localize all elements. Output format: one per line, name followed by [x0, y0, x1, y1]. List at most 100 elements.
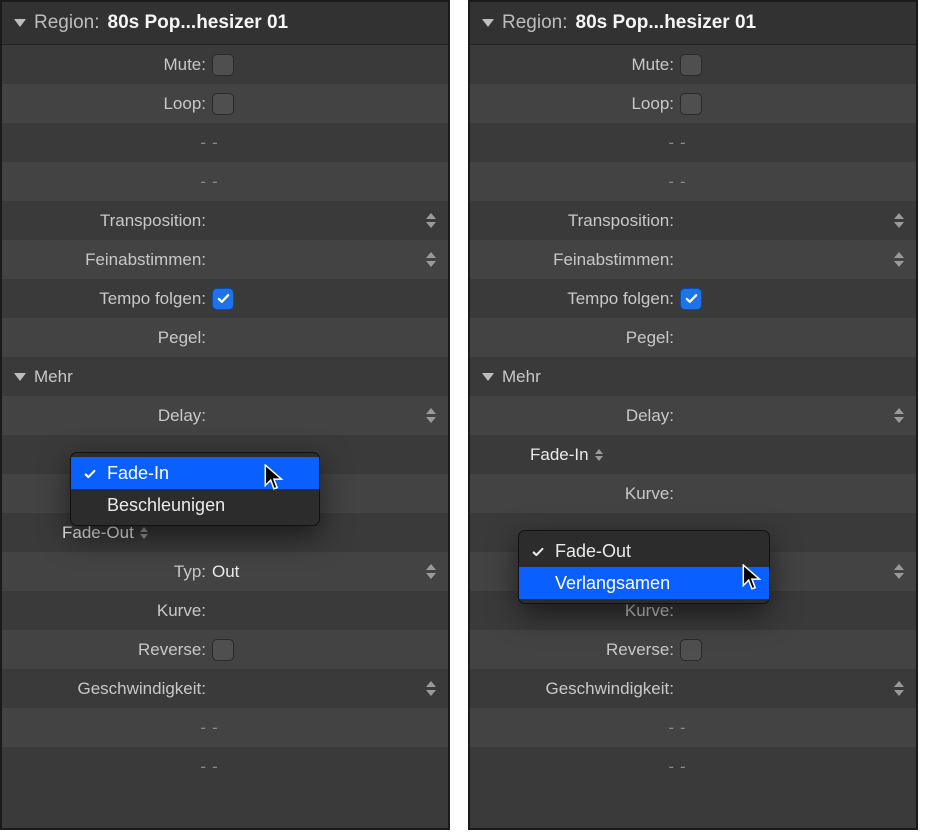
row-feinabstimmen[interactable]: Feinabstimmen: [470, 240, 916, 279]
section-label-mehr: Mehr [502, 367, 541, 387]
row-feinabstimmen[interactable]: Feinabstimmen: [2, 240, 448, 279]
row-geschwindigkeit[interactable]: Geschwindigkeit: [470, 669, 916, 708]
menu-item-fadein[interactable]: Fade-In [71, 457, 319, 489]
row-tempo: Tempo folgen: [2, 279, 448, 318]
checkbox-reverse[interactable] [212, 639, 234, 661]
stepper-icon[interactable] [426, 249, 440, 271]
stepper-icon[interactable] [426, 678, 440, 700]
inspector-panel-left: Region: 80s Pop...hesizer 01 Mute: Loop:… [0, 0, 450, 830]
row-loop: Loop: [2, 84, 448, 123]
row-delay[interactable]: Delay: [2, 396, 448, 435]
label-kurve: Kurve: [2, 601, 212, 621]
row-dash-2: - - [470, 162, 916, 201]
row-dash-1: - - [2, 123, 448, 162]
stepper-icon[interactable] [426, 405, 440, 427]
checkbox-mute[interactable] [680, 54, 702, 76]
rows-container: Mute: Loop: - - - - Transposition: Feina… [470, 45, 916, 786]
menu-item-fadeout[interactable]: Fade-Out [519, 535, 769, 567]
dash-value: - [212, 133, 448, 153]
disclosure-triangle-icon[interactable] [482, 19, 494, 27]
row-transposition[interactable]: Transposition: [470, 201, 916, 240]
checkbox-loop[interactable] [212, 93, 234, 115]
row-reverse: Reverse: [2, 630, 448, 669]
stepper-icon[interactable] [894, 249, 908, 271]
label-transposition: Transposition: [470, 211, 680, 231]
dash-label: - [2, 133, 212, 153]
stepper-icon[interactable] [426, 561, 440, 583]
mini-stepper-icon[interactable] [140, 527, 150, 539]
menu-item-beschleunigen[interactable]: Beschleunigen [71, 489, 319, 521]
label-typ: Typ: [2, 562, 212, 582]
label-mute: Mute: [2, 55, 212, 75]
label-feinabstimmen: Feinabstimmen: [470, 250, 680, 270]
dash-label: - [2, 172, 212, 192]
menu-item-label: Fade-In [107, 463, 169, 483]
stepper-icon[interactable] [426, 210, 440, 232]
label-geschwindigkeit: Geschwindigkeit: [2, 679, 212, 699]
section-mehr[interactable]: Mehr [2, 357, 448, 396]
row-fadein-inline[interactable]: Fade-In [470, 435, 916, 474]
label-pegel: Pegel: [470, 328, 680, 348]
label-loop: Loop: [2, 94, 212, 114]
fadeout-dropdown-menu[interactable]: Fade-Out Verlangsamen [518, 530, 770, 604]
label-transposition: Transposition: [2, 211, 212, 231]
disclosure-triangle-icon[interactable] [14, 373, 26, 381]
fadein-dropdown-menu[interactable]: Fade-In Beschleunigen [70, 452, 320, 526]
label-reverse: Reverse: [470, 640, 680, 660]
row-dash-3: - - [2, 708, 448, 747]
label-kurve: Kurve: [470, 484, 680, 504]
dash-value: - [680, 133, 916, 153]
panel-header[interactable]: Region: 80s Pop...hesizer 01 [2, 2, 448, 45]
dash-value: - [212, 757, 448, 777]
region-header-name: 80s Pop...hesizer 01 [576, 12, 757, 34]
mini-stepper-icon[interactable] [595, 449, 605, 461]
disclosure-triangle-icon[interactable] [14, 19, 26, 27]
row-geschwindigkeit[interactable]: Geschwindigkeit: [2, 669, 448, 708]
row-dash-2: - - [2, 162, 448, 201]
checkbox-mute[interactable] [212, 54, 234, 76]
rows-container: Mute: Loop: - - - - Transposition: Feina… [2, 45, 448, 786]
dash-label: - [470, 718, 680, 738]
stepper-icon[interactable] [894, 678, 908, 700]
dash-value: - [680, 718, 916, 738]
row-delay[interactable]: Delay: [470, 396, 916, 435]
region-header-label: Region: [502, 12, 568, 34]
stepper-icon[interactable] [894, 561, 908, 583]
row-mute: Mute: [470, 45, 916, 84]
dash-label: - [470, 757, 680, 777]
checkbox-tempo[interactable] [212, 288, 234, 310]
dash-label: - [470, 172, 680, 192]
dash-label: - [2, 718, 212, 738]
label-geschwindigkeit: Geschwindigkeit: [470, 679, 680, 699]
panel-header[interactable]: Region: 80s Pop...hesizer 01 [470, 2, 916, 45]
dash-label: - [470, 133, 680, 153]
dash-label: - [2, 757, 212, 777]
check-icon [531, 541, 545, 565]
value-typ: Out [212, 562, 239, 582]
checkbox-reverse[interactable] [680, 639, 702, 661]
label-mute: Mute: [470, 55, 680, 75]
menu-item-verlangsamen[interactable]: Verlangsamen [519, 567, 769, 599]
row-dash-1: - - [470, 123, 916, 162]
checkbox-tempo[interactable] [680, 288, 702, 310]
row-pegel: Pegel: [2, 318, 448, 357]
inspector-panel-right: Region: 80s Pop...hesizer 01 Mute: Loop:… [468, 0, 918, 830]
row-transposition[interactable]: Transposition: [2, 201, 448, 240]
fadein-popup[interactable]: Fade-In [530, 445, 605, 465]
dash-value: - [212, 718, 448, 738]
label-delay: Delay: [2, 406, 212, 426]
menu-item-label: Fade-Out [555, 541, 631, 561]
label-delay: Delay: [470, 406, 680, 426]
dash-value: - [680, 172, 916, 192]
row-reverse: Reverse: [470, 630, 916, 669]
row-typ[interactable]: Typ: Out [2, 552, 448, 591]
disclosure-triangle-icon[interactable] [482, 373, 494, 381]
stepper-icon[interactable] [894, 405, 908, 427]
section-mehr[interactable]: Mehr [470, 357, 916, 396]
check-icon [83, 463, 97, 487]
stepper-icon[interactable] [894, 210, 908, 232]
row-pegel: Pegel: [470, 318, 916, 357]
row-kurve-1: Kurve: [470, 474, 916, 513]
checkbox-loop[interactable] [680, 93, 702, 115]
region-header-label: Region: [34, 12, 100, 34]
